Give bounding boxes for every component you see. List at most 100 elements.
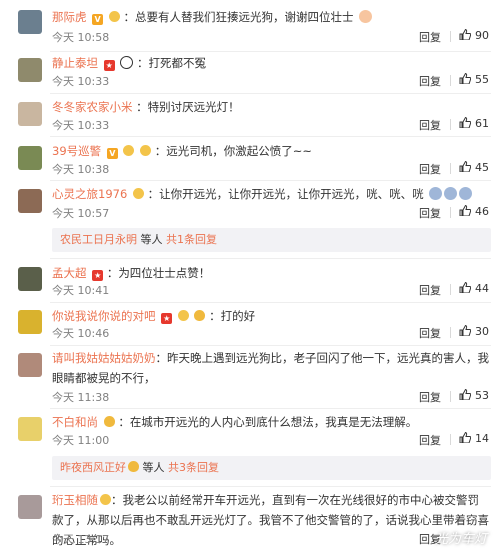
comment-item: 静止泰坦 ★ ：打死都不冤 今天 10:33 回复 55 <box>0 52 499 92</box>
like-count: 44 <box>475 282 489 295</box>
comment-body: 孟大超 ★ ：为四位壮士点赞！ <box>52 266 211 281</box>
like-button[interactable]: 45 <box>459 161 489 174</box>
comment-text: 特别讨厌远光灯！ <box>147 100 240 114</box>
reply-button[interactable]: 回复 <box>419 73 441 89</box>
reply-button[interactable]: 回复 <box>419 117 441 133</box>
username[interactable]: 39号巡警 <box>52 144 101 158</box>
username[interactable]: 不白和尚 <box>52 415 98 429</box>
sub-reply-rest: 等人 <box>139 461 168 474</box>
divider <box>450 119 451 130</box>
like-button[interactable]: 61 <box>459 117 489 130</box>
avatar[interactable] <box>18 417 42 441</box>
gold-medal-badge-icon[interactable] <box>100 494 111 505</box>
comment-body: 静止泰坦 ★ ：打死都不冤 <box>52 56 206 71</box>
sub-reply-user[interactable]: 昨夜西风正好 <box>60 461 126 474</box>
username[interactable]: 静止泰坦 <box>52 56 98 70</box>
username[interactable]: 请叫我姑姑姑姑奶奶 <box>52 351 156 365</box>
avatar[interactable] <box>18 146 42 170</box>
like-button[interactable]: 30 <box>459 325 489 338</box>
thumb-up-icon <box>459 205 471 216</box>
sub-reply-rest: 等人 <box>137 233 166 246</box>
comment-body: 你说我说你说的对吧 ★ ：打的好 <box>52 309 256 324</box>
like-button[interactable]: 53 <box>459 389 489 402</box>
sub-reply-box[interactable]: 农民工日月永明 等人 共1条回复 <box>52 228 491 252</box>
v-badge-icon[interactable]: V <box>106 148 118 159</box>
avatar[interactable] <box>18 353 42 377</box>
reply-button[interactable]: 回复 <box>419 282 441 298</box>
balloon-badge-icon[interactable] <box>194 310 206 321</box>
like-button[interactable]: 55 <box>459 73 489 86</box>
like-button[interactable]: 44 <box>459 282 489 295</box>
username[interactable]: 你说我说你说的对吧 <box>52 309 156 323</box>
comment-text: 为四位壮士点赞！ <box>118 266 211 280</box>
divider <box>450 284 451 295</box>
avatar[interactable] <box>18 495 42 519</box>
comment-text: 总要有人替我们狂揍远光狗，谢谢四位壮士 <box>134 10 354 24</box>
comment-time: 今天 10:33 <box>52 75 110 88</box>
sub-reply-more-link[interactable]: 共3条回复 <box>168 461 219 474</box>
username[interactable]: 珩玉相随 <box>52 493 98 507</box>
balloon-badge-icon[interactable] <box>128 461 139 472</box>
gold-medal-badge-icon[interactable] <box>108 11 120 22</box>
star-badge-icon[interactable]: ★ <box>92 270 104 281</box>
comment-item: 冬冬家农家小米 ：特别讨厌远光灯！ 今天 10:33 回复 61 <box>0 96 499 136</box>
round-emoji-icon <box>444 187 458 200</box>
comment-body: 不白和尚 ：在城市开远光的人内心到底什么想法，我真是无法理解。 <box>52 415 418 429</box>
username[interactable]: 心灵之旅1976 <box>52 187 127 201</box>
comment-item: 请叫我姑姑姑姑奶奶：昨天晚上遇到远光狗比，老子回闪了他一下，远光真的害人，我眼睛… <box>0 347 499 407</box>
avatar[interactable] <box>18 10 42 34</box>
avatar[interactable] <box>18 102 42 126</box>
like-count: 14 <box>475 432 489 445</box>
comment-body: 那际虎 V ：总要有人替我们狂揍远光狗，谢谢四位壮士 <box>52 9 489 25</box>
comment-time: 今天 10:33 <box>52 119 110 132</box>
gold-medal-badge-icon[interactable] <box>123 145 135 156</box>
comment-item: 孟大超 ★ ：为四位壮士点赞！ 今天 10:41 回复 44 <box>0 262 499 302</box>
star-badge-icon[interactable]: ★ <box>161 313 173 324</box>
thumb-up-icon <box>459 325 471 336</box>
divider <box>450 31 451 42</box>
like-button[interactable]: 90 <box>459 29 489 42</box>
gold-medal-badge-icon[interactable] <box>140 145 152 156</box>
avatar[interactable] <box>18 267 42 291</box>
gold-medal-badge-icon[interactable] <box>177 310 189 321</box>
reply-button[interactable]: 回复 <box>419 389 441 405</box>
comment-item: 心灵之旅1976 ：让你开远光，让你开远光，让你开远光，咣、咣、咣 今天 10:… <box>0 183 499 223</box>
comment-body: 39号巡警 V ：远光司机，你激起公愤了~~ <box>52 144 313 159</box>
comment-feed: 那际虎 V ：总要有人替我们狂揍远光狗，谢谢四位壮士 今天 10:58 回复 9… <box>0 0 499 553</box>
panda-emoji-icon <box>120 56 134 69</box>
avatar[interactable] <box>18 58 42 82</box>
comment-body: 心灵之旅1976 ：让你开远光，让你开远光，让你开远光，咣、咣、咣 <box>52 186 489 202</box>
reply-button[interactable]: 回复 <box>419 325 441 341</box>
sub-reply-more-link[interactable]: 共1条回复 <box>166 233 217 246</box>
v-badge-icon[interactable]: V <box>92 14 104 25</box>
like-button[interactable]: 46 <box>459 205 489 218</box>
thumb-up-icon <box>459 117 471 128</box>
comment-time: 今天 10:41 <box>52 284 110 297</box>
comment-time: 今天 10:46 <box>52 327 110 340</box>
like-button[interactable]: 14 <box>459 432 489 445</box>
divider <box>450 207 451 218</box>
like-count: 53 <box>475 389 489 402</box>
username[interactable]: 冬冬家农家小米 <box>52 100 133 114</box>
like-count: 90 <box>475 29 489 42</box>
sub-reply-user[interactable]: 农民工日月永明 <box>60 233 137 246</box>
username[interactable]: 那际虎 <box>52 10 87 24</box>
comment-item: 那际虎 V ：总要有人替我们狂揍远光狗，谢谢四位壮士 今天 10:58 回复 9… <box>0 6 499 46</box>
avatar[interactable] <box>18 310 42 334</box>
reply-button[interactable]: 回复 <box>419 161 441 177</box>
avatar[interactable] <box>18 189 42 213</box>
comment-time: 今天 10:58 <box>52 31 110 44</box>
divider <box>450 75 451 86</box>
username[interactable]: 孟大超 <box>52 266 87 280</box>
round-emoji-icon <box>429 187 443 200</box>
thumb-up-icon <box>459 73 471 84</box>
gold-medal-badge-icon[interactable] <box>132 188 144 199</box>
sub-reply-box[interactable]: 昨夜西风正好 等人 共3条回复 <box>52 456 491 480</box>
reply-button[interactable]: 回复 <box>419 205 441 221</box>
reply-button[interactable]: 回复 <box>419 29 441 45</box>
reply-button[interactable]: 回复 <box>419 432 441 448</box>
balloon-badge-icon[interactable] <box>103 416 115 427</box>
comment-text: 远光司机，你激起公愤了~~ <box>166 144 313 158</box>
separator <box>50 136 491 137</box>
star-badge-icon[interactable]: ★ <box>103 60 115 71</box>
